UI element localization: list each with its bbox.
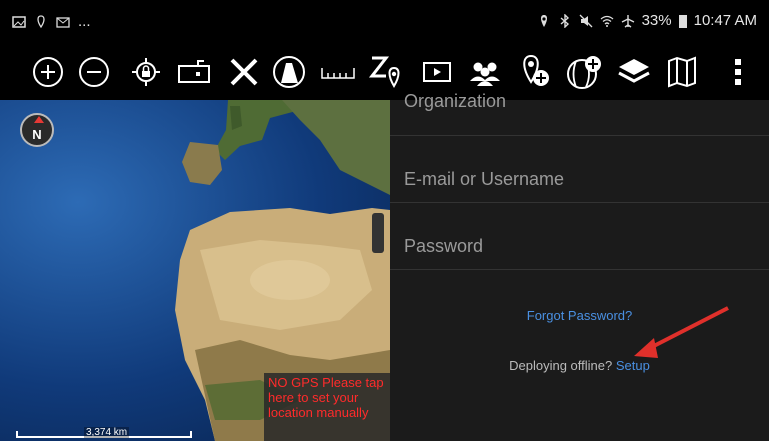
bluetooth-icon [560, 13, 569, 28]
status-left: ... [12, 13, 91, 30]
organization-field[interactable]: Organization [390, 88, 769, 136]
compass-needle [34, 116, 44, 123]
scale-label: 3,374 km [84, 427, 130, 438]
password-field[interactable]: Password [390, 203, 769, 270]
mute-icon [579, 14, 593, 27]
organization-placeholder: Organization [404, 91, 507, 111]
locate-icon [132, 58, 160, 86]
zoom-out-icon [79, 57, 109, 87]
username-field[interactable]: E-mail or Username [390, 136, 769, 203]
compass-button[interactable]: N [20, 113, 54, 147]
username-placeholder: E-mail or Username [404, 169, 565, 189]
locate-button[interactable] [126, 44, 166, 100]
battery-icon [678, 14, 687, 28]
track-up-icon [273, 56, 305, 88]
ruler-button[interactable] [318, 44, 358, 100]
video-icon [423, 62, 451, 82]
zoom-in-button[interactable] [28, 44, 68, 100]
map-scale-bar: 3,374 km [16, 427, 192, 440]
location-icon [540, 14, 547, 27]
status-bar: ... 33% 10:47 AM [0, 0, 769, 44]
annotation-arrow-icon [634, 306, 729, 358]
location-pin-notification-icon [37, 14, 45, 28]
more-icon [735, 59, 741, 85]
close-button[interactable] [224, 44, 264, 100]
zoom-out-button[interactable] [74, 44, 114, 100]
mail-icon [56, 16, 70, 28]
status-right: 33% 10:47 AM [537, 12, 757, 29]
wifi-icon [600, 15, 613, 27]
team-icon [470, 62, 500, 86]
layers-icon [618, 59, 650, 83]
offline-prompt: Deploying offline? [509, 358, 613, 373]
zoom-in-icon [33, 57, 63, 87]
lock-rotation-button[interactable] [172, 44, 216, 100]
more-notifications: ... [78, 13, 91, 30]
track-up-button[interactable] [268, 44, 310, 100]
gallery-icon [12, 15, 26, 28]
clock: 10:47 AM [693, 12, 757, 29]
compass-label: N [32, 127, 42, 142]
scale-tick [190, 431, 192, 438]
panel-collapse-handle[interactable] [372, 213, 384, 253]
scale-tick [16, 431, 18, 438]
add-marker-icon [523, 54, 549, 86]
battery-percentage: 33% [641, 12, 672, 29]
ruler-icon [321, 68, 355, 79]
password-placeholder: Password [404, 236, 484, 256]
no-gps-banner[interactable]: NO GPS Please tap here to set your locat… [264, 373, 390, 441]
lock-rotation-icon [178, 60, 210, 83]
map-icon [668, 56, 696, 88]
zoom-location-icon [368, 56, 400, 88]
airplane-mode-icon [621, 14, 634, 28]
login-panel: Organization E-mail or Username Password… [390, 91, 769, 441]
close-icon [230, 58, 258, 86]
satellite-map[interactable]: N NO GPS Please tap here to set your loc… [0, 100, 390, 441]
add-layer-icon [567, 56, 601, 89]
